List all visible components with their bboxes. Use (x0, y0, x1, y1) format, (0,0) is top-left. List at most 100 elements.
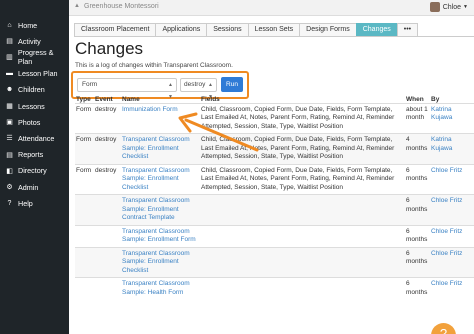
lesson-plan-icon: ▬ (6, 70, 13, 78)
cell-fields (200, 224, 405, 247)
sidebar-item-admin[interactable]: ⚙ Admin (0, 179, 69, 195)
cell-by: Katrina Kujawa (430, 133, 474, 164)
cell-when: 6 months (405, 224, 430, 247)
tab-lesson-sets[interactable]: Lesson Sets (247, 23, 301, 36)
header-when: When (406, 95, 424, 103)
cell-event: destroy (94, 133, 121, 164)
sidebar-item-label: Activity (18, 36, 41, 46)
tab-more[interactable]: ••• (396, 23, 419, 36)
sidebar-item-label: Attendance (18, 133, 55, 143)
cell-fields: Child, Classroom, Copied Form, Due Date,… (200, 163, 405, 195)
user-link[interactable]: Katrina Kujawa (431, 106, 452, 122)
user-link[interactable]: Chloe Fritz (431, 280, 462, 287)
sidebar-item-directory[interactable]: ◧ Directory (0, 163, 69, 179)
event-select[interactable]: destroy ▲ ▼ (180, 78, 217, 100)
sidebar-item-label: Admin (18, 182, 39, 192)
sidebar-item-attendance[interactable]: ☰ Attendance (0, 130, 69, 146)
lessons-icon: ▦ (6, 103, 13, 110)
sidebar-item-label: Directory (18, 166, 47, 176)
model-select[interactable]: Form ▲ ▼ (77, 78, 177, 100)
tab-sessions[interactable]: Sessions (206, 23, 249, 36)
tab-changes[interactable]: Changes (355, 23, 398, 36)
children-icon: ☻ (5, 86, 14, 94)
record-link[interactable]: Transparent Classroom Sample: Enrollment… (122, 167, 190, 191)
cell-by: Chloe Fritz (430, 163, 474, 195)
header-event: Event (95, 95, 113, 103)
admin-tabs: Classroom Placement Applications Sessions L… (74, 23, 419, 36)
sidebar-item-label: Photos (18, 117, 41, 127)
cell-fields (200, 246, 405, 278)
cell-by: Chloe Fritz (430, 224, 474, 247)
record-link[interactable]: Transparent Classroom Sample: Health For… (122, 280, 190, 296)
school-caret-icon[interactable]: ▲ (74, 3, 80, 9)
sidebar-item-help[interactable]: ? Help (0, 195, 69, 211)
record-link[interactable]: Transparent Classroom Sample: Enrollment… (122, 197, 190, 221)
cell-event (94, 224, 121, 247)
cell-name: Transparent Classroom Sample: Enrollment… (121, 194, 200, 225)
sidebar-item-label: Lessons (18, 101, 45, 111)
cell-when: 4 months (405, 133, 430, 164)
cell-by: Katrina Kujawa (430, 102, 474, 134)
record-link[interactable]: Immunization Form (122, 106, 178, 113)
sidebar-item-home[interactable]: ⌂ Home (0, 17, 69, 33)
cell-by: Chloe Fritz (430, 194, 474, 225)
run-button[interactable]: Run (221, 77, 243, 92)
user-link[interactable]: Katrina Kujawa (431, 136, 452, 152)
cell-name: Transparent Classroom Sample: Enrollment… (121, 224, 200, 247)
record-link[interactable]: Transparent Classroom Sample: Enrollment… (122, 136, 190, 160)
sidebar-item-lesson-plan[interactable]: ▬ Lesson Plan (0, 66, 69, 82)
table-row: Transparent Classroom Sample: Enrollment… (75, 246, 474, 278)
cell-type: Form (75, 133, 94, 164)
table-row: Transparent Classroom Sample: Health For… (75, 277, 474, 299)
cell-fields: Child, Classroom, Copied Form, Due Date,… (200, 133, 405, 164)
table-row: Form destroy Transparent Classroom Sample:… (75, 163, 474, 195)
cell-name: Transparent Classroom Sample: Enrollment… (121, 133, 200, 164)
tab-design-forms[interactable]: Design Forms (299, 23, 357, 36)
user-name: Chloe (442, 3, 462, 11)
record-link[interactable]: Transparent Classroom Sample: Enrollment… (122, 228, 196, 244)
sidebar-item-label: Help (18, 198, 33, 208)
activity-icon: ▤ (6, 38, 13, 46)
sidebar-item-children[interactable]: ☻ Children (0, 82, 69, 98)
user-link[interactable]: Chloe Fritz (431, 167, 462, 174)
cell-event: destroy (94, 102, 121, 134)
page-intro: This is a log of changes within Transpar… (75, 62, 233, 69)
cell-type: Form (75, 102, 94, 134)
cell-type (75, 277, 94, 299)
sidebar-item-activity[interactable]: ▤ Activity (0, 33, 69, 49)
avatar (429, 2, 440, 12)
help-fab-button[interactable]: ? (431, 323, 456, 334)
cell-event (94, 194, 121, 225)
sidebar-item-lessons[interactable]: ▦ Lessons (0, 98, 69, 114)
chevron-down-icon: ▼ (463, 4, 468, 10)
cell-by: Chloe Fritz (430, 246, 474, 278)
sidebar-item-label: Lesson Plan (18, 69, 58, 79)
user-link[interactable]: Chloe Fritz (431, 228, 462, 235)
tab-applications[interactable]: Applications (155, 23, 208, 36)
reports-icon: ▤ (6, 151, 13, 159)
user-link[interactable]: Chloe Fritz (431, 197, 462, 204)
school-name[interactable]: Greenhouse Montessori (84, 3, 159, 10)
cell-event (94, 277, 121, 299)
sidebar-item-progress-plan[interactable]: ▥ Progress & Plan (0, 48, 69, 66)
cell-name: Transparent Classroom Sample: Enrollment… (121, 246, 200, 278)
table-row: Form destroy Transparent Classroom Sample:… (75, 133, 474, 164)
changes-table: Type Event Name Fields When By Form destr… (75, 93, 474, 299)
user-link[interactable]: Chloe Fritz (431, 250, 462, 257)
sidebar-item-reports[interactable]: ▤ Reports (0, 147, 69, 163)
header-by: By (431, 95, 440, 103)
cell-event (94, 246, 121, 278)
cell-fields: Child, Classroom, Copied Form, Due Date,… (200, 102, 405, 134)
table-header-row: Type Event Name Fields When By (75, 93, 474, 103)
cell-when: 6 months (405, 277, 430, 299)
cell-fields (200, 277, 405, 299)
user-menu[interactable]: Chloe ▼ (429, 2, 468, 12)
sidebar-item-photos[interactable]: ▣ Photos (0, 114, 69, 130)
record-link[interactable]: Transparent Classroom Sample: Enrollment… (122, 250, 190, 274)
cell-type: Form (75, 163, 94, 195)
table-row: Form destroy Immunization Form Child, Class… (75, 102, 474, 134)
tab-classroom-placement[interactable]: Classroom Placement (74, 23, 157, 36)
cell-when: 6 months (405, 246, 430, 278)
page-title: Changes (75, 39, 144, 58)
table-row: Transparent Classroom Sample: Enrollment… (75, 194, 474, 225)
